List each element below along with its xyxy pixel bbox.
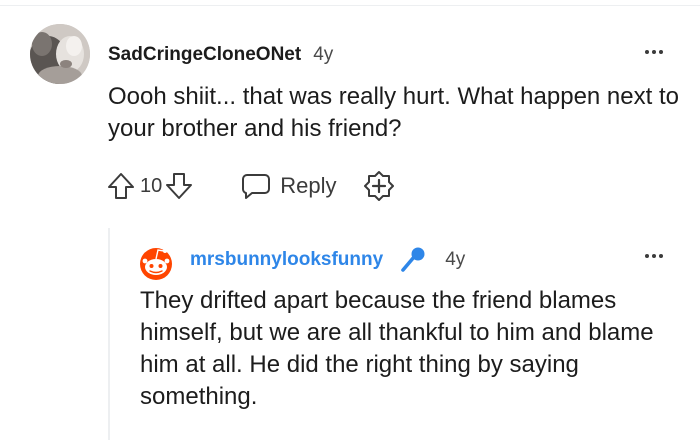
thread-line[interactable] bbox=[108, 228, 110, 440]
more-options-button[interactable] bbox=[638, 244, 670, 268]
more-options-dot bbox=[659, 254, 663, 258]
award-button[interactable] bbox=[363, 170, 395, 202]
user-avatar-photo-icon bbox=[30, 24, 90, 84]
more-options-icon bbox=[645, 50, 649, 54]
microphone-badge bbox=[397, 245, 427, 275]
comment-timestamp: 4y bbox=[445, 249, 466, 270]
microphone-icon bbox=[401, 247, 425, 272]
username-link[interactable]: SadCringeCloneONet bbox=[108, 44, 301, 66]
downvote-button[interactable] bbox=[164, 171, 194, 201]
comment-header: SadCringeCloneONet 4y bbox=[108, 40, 333, 70]
upvote-button[interactable] bbox=[106, 171, 136, 201]
award-plus-icon bbox=[363, 171, 394, 201]
comment-header: mrsbunnylooksfunny 4y bbox=[190, 244, 465, 276]
top-divider bbox=[0, 5, 700, 6]
comment-timestamp: 4y bbox=[313, 44, 334, 65]
more-options-dot bbox=[652, 50, 656, 54]
reply-button[interactable]: Reply bbox=[240, 171, 337, 201]
downvote-arrow-icon bbox=[166, 173, 193, 199]
upvote-arrow-icon bbox=[108, 173, 134, 199]
avatar[interactable] bbox=[30, 24, 90, 84]
comment-body: They drifted apart because the friend bl… bbox=[140, 287, 654, 410]
reddit-snoo-avatar-icon bbox=[140, 248, 172, 280]
vote-count: 10 bbox=[140, 174, 163, 197]
reply-label: Reply bbox=[280, 173, 337, 198]
more-options-dot bbox=[659, 50, 663, 54]
comment-body: Oooh shiit... that was really hurt. What… bbox=[108, 83, 679, 142]
more-options-icon bbox=[645, 254, 649, 258]
more-options-dot bbox=[652, 254, 656, 258]
avatar[interactable] bbox=[136, 242, 176, 282]
username-link[interactable]: mrsbunnylooksfunny bbox=[190, 249, 383, 271]
comment-action-bar: 10 Reply bbox=[106, 169, 395, 203]
comment-bubble-icon bbox=[242, 174, 271, 199]
more-options-button[interactable] bbox=[638, 40, 670, 64]
